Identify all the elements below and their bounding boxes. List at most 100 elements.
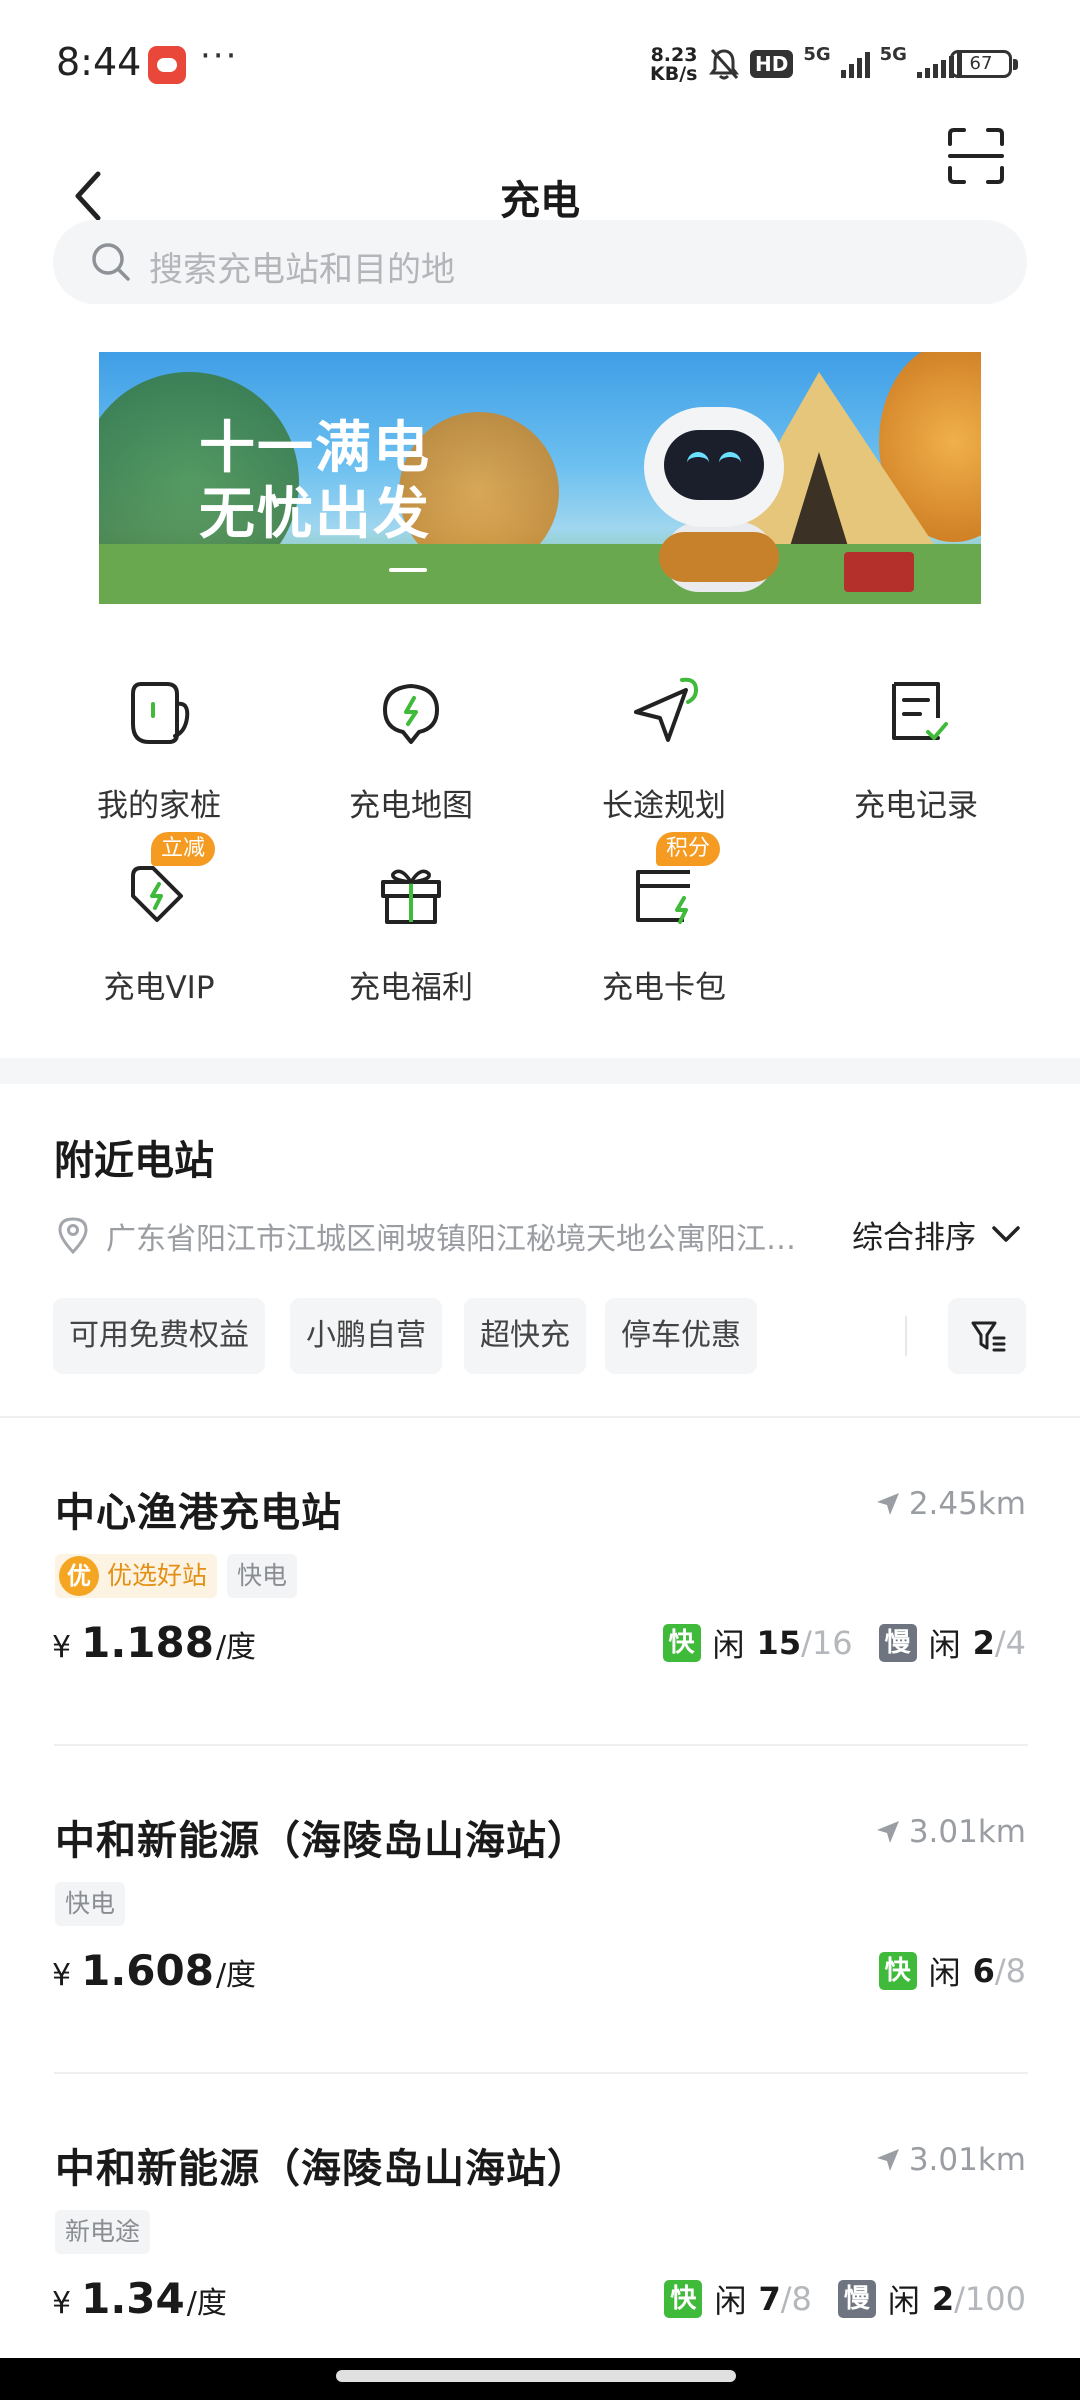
battery-icon: 67 xyxy=(950,50,1018,78)
idle-label: 闲 xyxy=(714,2282,747,2320)
signal-icon xyxy=(840,50,870,78)
idle-label: 闲 xyxy=(928,1626,961,1664)
menu-label: 充电卡包 xyxy=(602,970,726,1006)
station-tags: 快电 xyxy=(55,1882,126,1926)
banner-headline: 十一满电 无忧出发 xyxy=(199,416,431,548)
list-divider xyxy=(0,1416,1080,1418)
menu-label: 充电VIP xyxy=(103,970,215,1006)
gift-icon xyxy=(381,869,441,924)
menu-label: 我的家桩 xyxy=(97,788,221,824)
price-value: 1.608 xyxy=(81,1946,214,1995)
menu-card-wallet[interactable]: 积分 充电卡包 xyxy=(538,832,790,1006)
menu-charge-map[interactable]: 充电地图 xyxy=(285,650,537,824)
total-count: /100 xyxy=(954,2280,1026,2318)
menu-label: 充电地图 xyxy=(349,788,473,824)
tag-provider: 新电途 xyxy=(55,2210,151,2254)
total-count: /8 xyxy=(994,1952,1026,1990)
search-placeholder: 搜索充电站和目的地 xyxy=(149,250,455,290)
station-availability: 快 闲 15/16 慢 闲 2/4 xyxy=(662,1620,1026,1666)
nearby-section-title: 附近电站 xyxy=(54,1138,214,1184)
fast-availability: 快 闲 15/16 xyxy=(662,1620,853,1666)
chevron-down-icon[interactable] xyxy=(990,1222,1022,1246)
menu-label: 长途规划 xyxy=(602,788,726,824)
menu-charge-record[interactable]: 充电记录 xyxy=(790,650,1042,824)
card-wallet-icon xyxy=(636,870,690,924)
tag-preferred-station: 优 优选好站 xyxy=(55,1554,218,1598)
fast-badge: 快 xyxy=(878,1952,917,1990)
filter-chip-xpeng-owned[interactable]: 小鹏自营 xyxy=(290,1298,442,1374)
idle-label: 闲 xyxy=(928,1954,961,1992)
tag-fast-charge: 快电 xyxy=(227,1554,298,1598)
fast-badge: 快 xyxy=(664,2280,703,2318)
network-speed: 8.23 KB/s xyxy=(650,46,697,84)
list-divider xyxy=(54,2072,1028,2074)
slow-badge: 慢 xyxy=(878,1624,917,1662)
price-unit: /度 xyxy=(215,1958,257,1993)
home-indicator[interactable] xyxy=(336,2370,736,2382)
price-currency: ¥ xyxy=(52,2286,72,2321)
menu-route-plan[interactable]: 长途规划 xyxy=(538,650,790,824)
distance-value: 3.01km xyxy=(908,2142,1026,2178)
slow-availability: 慢 闲 2/100 xyxy=(837,2276,1026,2322)
preferred-badge-icon: 优 xyxy=(59,1556,99,1596)
station-price: ¥ 1.608 /度 xyxy=(52,1946,256,1995)
menu-charge-vip[interactable]: 立减 充电VIP xyxy=(33,832,285,1006)
banner-indicator xyxy=(389,568,427,572)
mute-bell-icon xyxy=(709,49,739,80)
free-count: 7 xyxy=(758,2280,781,2318)
promo-banner[interactable]: 十一满电 无忧出发 xyxy=(99,352,981,604)
station-price: ¥ 1.188 /度 xyxy=(52,1618,256,1667)
filter-icon xyxy=(971,1321,1006,1352)
network-5g-label: 5G xyxy=(803,43,831,65)
distance-value: 3.01km xyxy=(908,1814,1026,1850)
menu-label: 充电记录 xyxy=(854,788,978,824)
badge-points: 积分 xyxy=(656,832,721,866)
status-icons: HD 5G 5G xyxy=(708,43,962,82)
tag-fast-charge: 快电 xyxy=(55,1882,126,1926)
total-count: /4 xyxy=(994,1624,1026,1662)
banner-guitar xyxy=(659,532,779,582)
station-card[interactable]: 中和新能源（海陵岛山海站） 3.01km 快电 ¥ 1.608 /度 快 闲 6… xyxy=(0,1808,1080,2138)
sort-dropdown[interactable]: 综合排序 xyxy=(852,1212,976,1257)
free-count: 6 xyxy=(972,1952,995,1990)
slow-availability: 慢 闲 2/4 xyxy=(878,1620,1026,1666)
fast-availability: 快 闲 6/8 xyxy=(878,1948,1026,1994)
status-bar: 8:44 ··· 8.23 KB/s HD 5G 5G 67 xyxy=(0,0,1080,120)
notification-app-icon xyxy=(148,46,186,84)
station-name: 中和新能源（海陵岛山海站） xyxy=(55,1818,588,1864)
home-charger-icon xyxy=(131,682,190,744)
scan-icon[interactable] xyxy=(946,126,1006,186)
price-currency: ¥ xyxy=(52,1958,72,1993)
filter-chip-super-fast[interactable]: 超快充 xyxy=(464,1298,586,1374)
charge-map-icon xyxy=(383,684,439,744)
filter-separator xyxy=(905,1316,907,1356)
free-count: 15 xyxy=(756,1624,802,1662)
status-time: 8:44 xyxy=(56,40,142,84)
search-bar[interactable]: 搜索充电站和目的地 xyxy=(53,220,1027,304)
price-value: 1.188 xyxy=(81,1618,214,1667)
hd-icon: HD xyxy=(750,50,794,78)
idle-label: 闲 xyxy=(887,2282,920,2320)
station-card[interactable]: 中心渔港充电站 2.45km 优 优选好站 快电 ¥ 1.188 /度 快 闲 … xyxy=(0,1480,1080,1810)
station-availability: 快 闲 6/8 xyxy=(878,1948,1026,1994)
charge-record-icon xyxy=(892,682,948,740)
price-value: 1.34 xyxy=(81,2274,185,2323)
filter-chip-free-benefits[interactable]: 可用免费权益 xyxy=(53,1298,265,1374)
banner-robot-face xyxy=(664,430,764,500)
price-currency: ¥ xyxy=(52,1630,72,1665)
station-distance: 2.45km xyxy=(875,1486,1026,1522)
free-count: 2 xyxy=(972,1624,995,1662)
idle-label: 闲 xyxy=(712,1626,745,1664)
filter-button[interactable] xyxy=(948,1298,1026,1374)
price-unit: /度 xyxy=(215,1630,257,1665)
menu-charge-benefits[interactable]: 充电福利 xyxy=(285,832,537,1006)
location-pin-icon xyxy=(58,1217,88,1254)
free-count: 2 xyxy=(931,2280,955,2318)
route-plan-icon xyxy=(634,677,699,742)
filter-chip-parking-discount[interactable]: 停车优惠 xyxy=(605,1298,757,1374)
section-divider xyxy=(0,1058,1080,1084)
current-location[interactable]: 广东省阳江市江城区闸坡镇阳江秘境天地公寓阳江秘境天地 xyxy=(106,1214,820,1258)
menu-my-home-charger[interactable]: 我的家桩 xyxy=(33,650,285,824)
quick-menu: 我的家桩 充电地图 长途规划 充电记录 立减 充电VIP 充电福利 积分 充电卡… xyxy=(0,650,1080,1030)
distance-value: 2.45km xyxy=(908,1486,1026,1522)
